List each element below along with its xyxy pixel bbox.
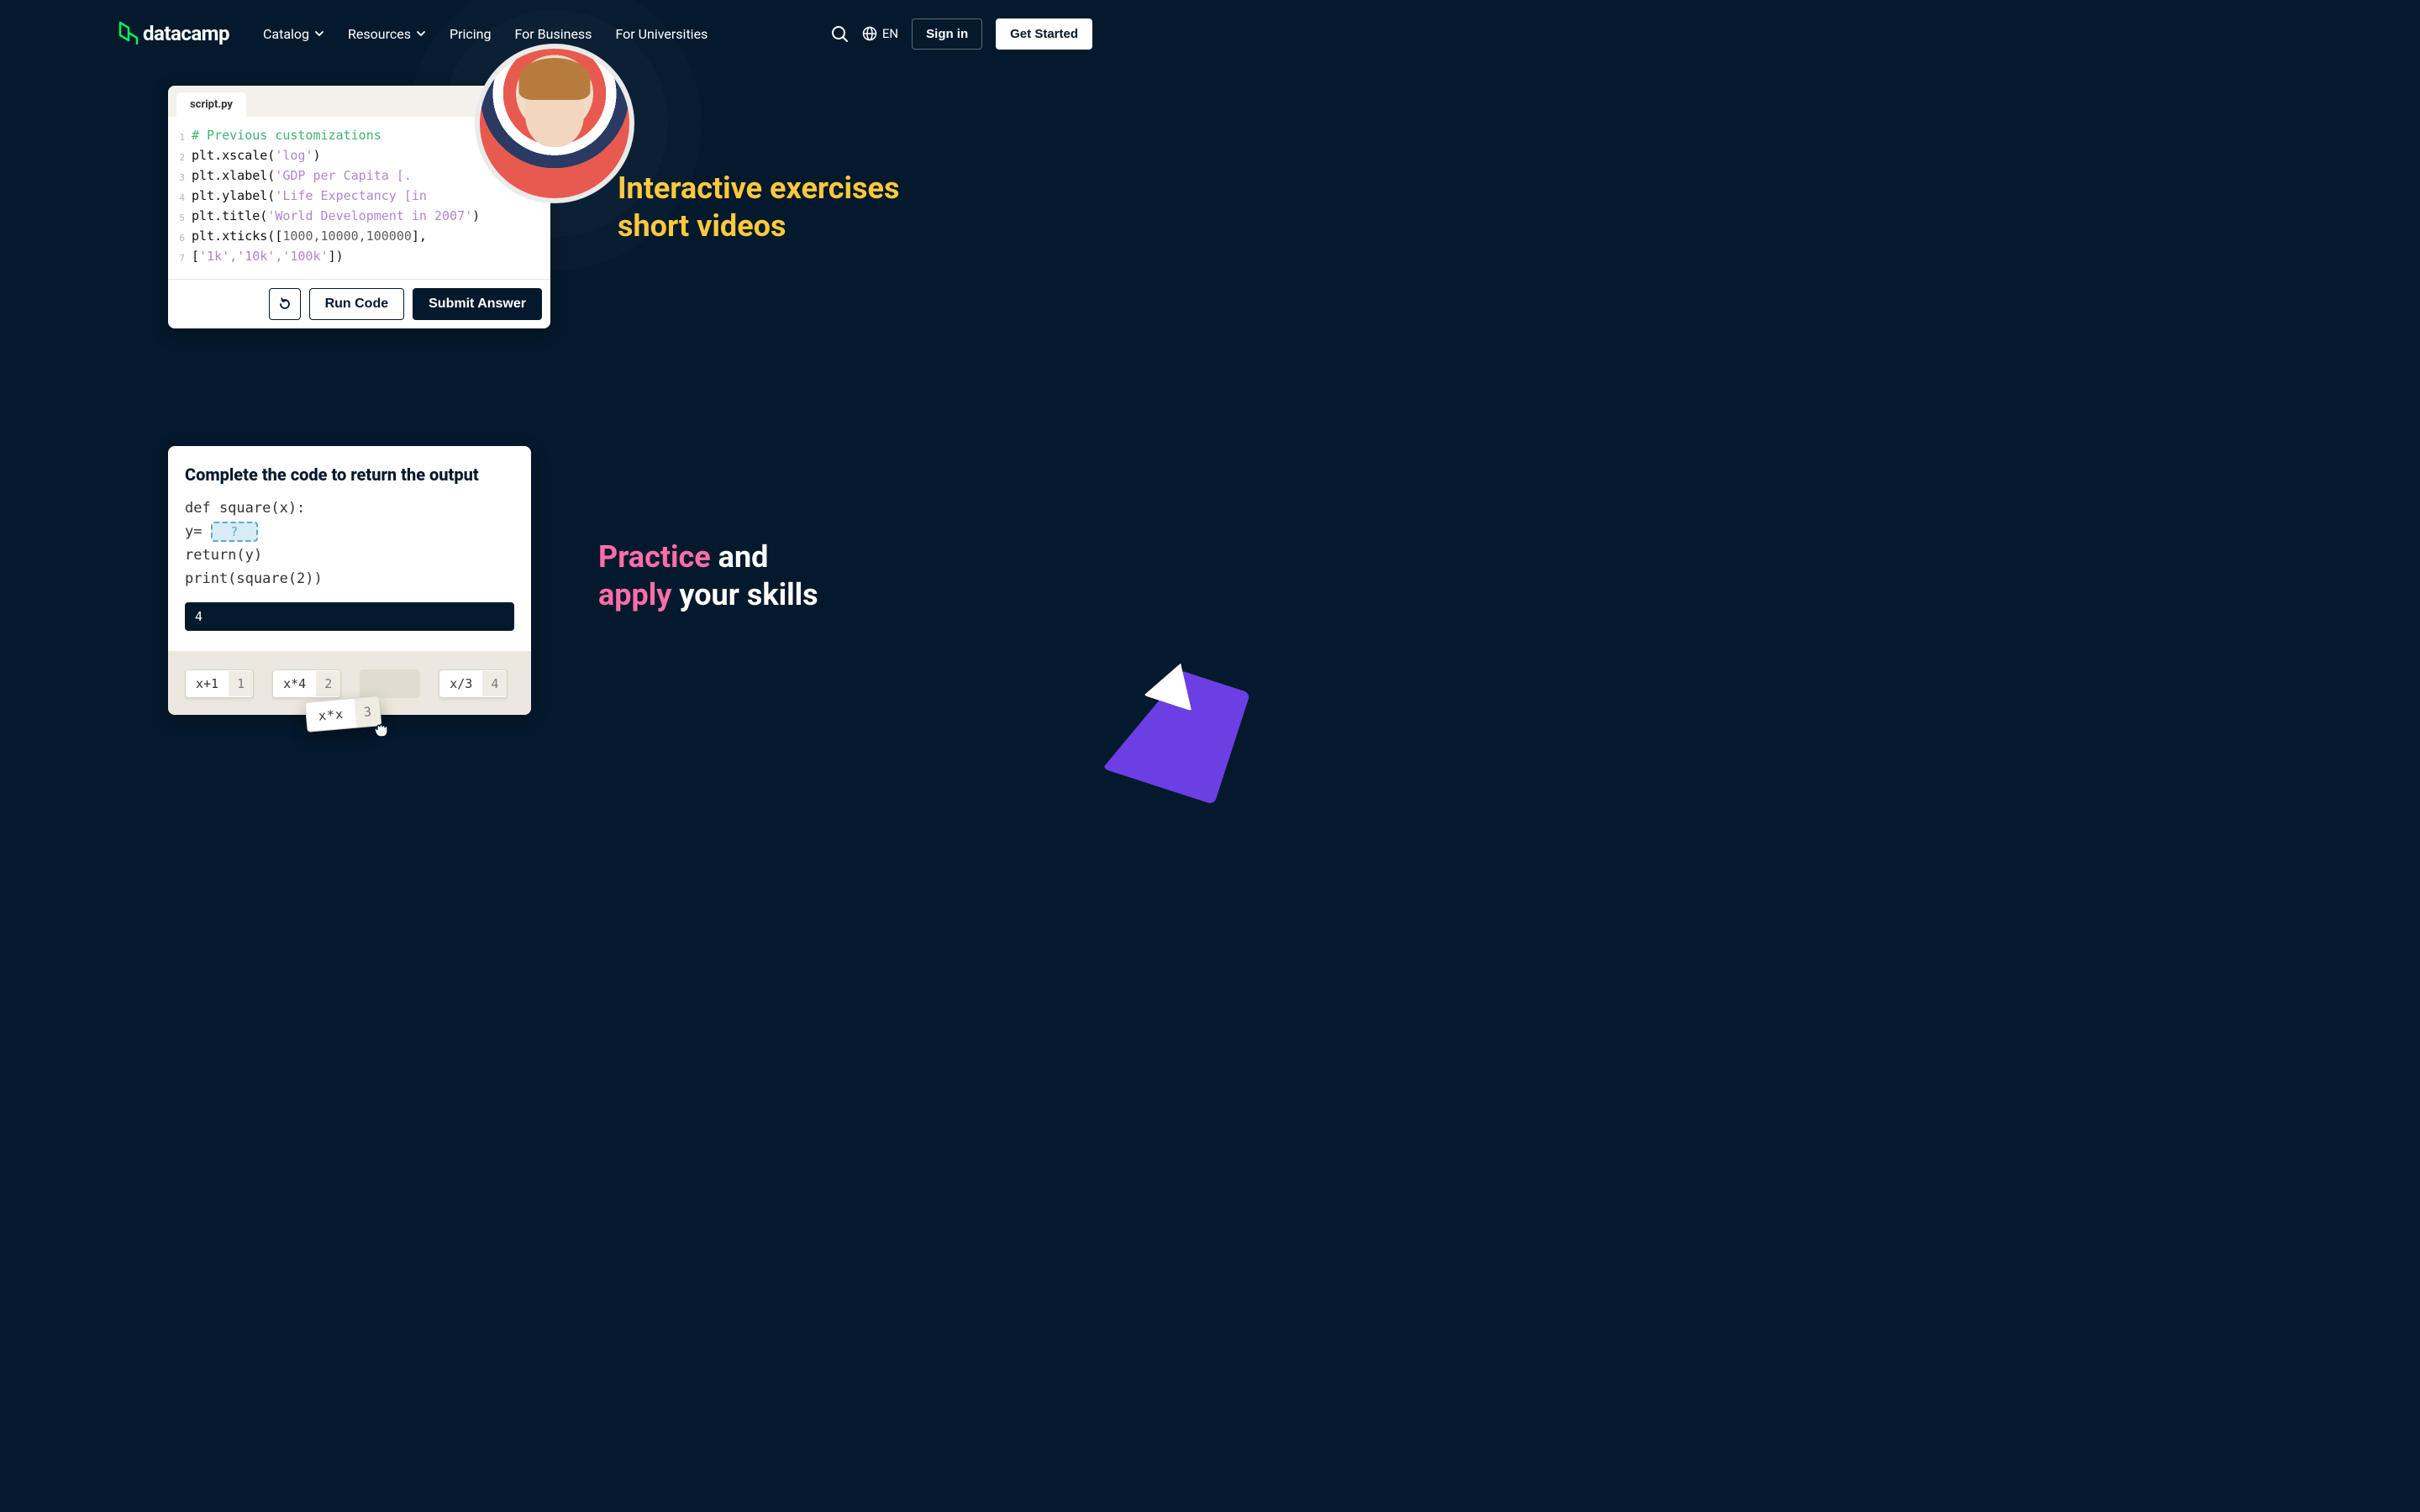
headline-word-skills: your skills [671,577,818,612]
nav-business-label: For Business [514,26,592,42]
answer-chip[interactable]: x+1 1 [185,669,254,698]
header-actions: EN Sign in Get Started [830,18,1092,50]
logo-icon [118,21,139,46]
headline-line-2: short videos [618,208,786,244]
section2-headline: Practice and apply your skills [598,538,818,614]
code-blank[interactable]: ? [211,522,258,542]
nav-universities[interactable]: For Universities [615,26,708,42]
site-header: datacamp Catalog Resources Pricing For B… [0,0,1210,52]
main-nav: Catalog Resources Pricing For Business F… [263,26,708,42]
brand-logo[interactable]: datacamp [118,21,229,46]
search-icon [830,24,849,43]
headline-line-1: Interactive exercises [618,171,899,206]
output-bar: 4 [185,602,514,631]
practice-card: Complete the code to return the output d… [168,446,531,715]
chevron-down-icon [416,29,426,39]
nav-resources[interactable]: Resources [348,26,426,42]
language-selector[interactable]: EN [862,26,898,41]
output-value: 4 [195,609,203,624]
dragging-chip[interactable]: x*x 3 [305,696,382,732]
editor-tab[interactable]: script.py [176,92,246,117]
nav-catalog-label: Catalog [263,26,309,42]
headline-word-practice: Practice [598,539,711,575]
answer-chip[interactable]: x*4 2 [272,669,341,698]
globe-icon [862,26,877,41]
submit-answer-button[interactable]: Submit Answer [413,288,542,320]
nav-universities-label: For Universities [615,26,708,42]
get-started-button[interactable]: Get Started [996,18,1092,50]
nav-business[interactable]: For Business [514,26,592,42]
answer-chip-empty-slot[interactable] [360,669,420,698]
nav-pricing[interactable]: Pricing [450,26,492,42]
reset-button[interactable] [269,288,301,320]
run-code-button[interactable]: Run Code [309,288,405,320]
nav-pricing-label: Pricing [450,26,492,42]
cursor-grab-icon [371,718,393,743]
line-gutter: 1 2 3 4 5 6 7 [173,125,185,269]
language-label: EN [882,26,898,41]
answer-chip[interactable]: x/3 4 [439,669,508,698]
reset-icon [277,297,292,312]
practice-code: def square(x): y= ? return(y) print(squa… [185,496,514,591]
code-editor-card: script.py 1 2 3 4 5 6 7 # Previous custo… [168,86,550,328]
headline-word-apply: apply [598,577,671,612]
section1-headline: Interactive exercises short videos [618,170,899,245]
nav-catalog[interactable]: Catalog [263,26,324,42]
brand-name: datacamp [143,22,229,45]
headline-word-and: and [711,539,769,575]
search-button[interactable] [830,24,849,43]
sign-in-button[interactable]: Sign in [912,18,982,50]
chevron-down-icon [314,29,324,39]
instructor-avatar [475,44,634,203]
nav-resources-label: Resources [348,26,411,42]
practice-title: Complete the code to return the output [185,465,514,485]
